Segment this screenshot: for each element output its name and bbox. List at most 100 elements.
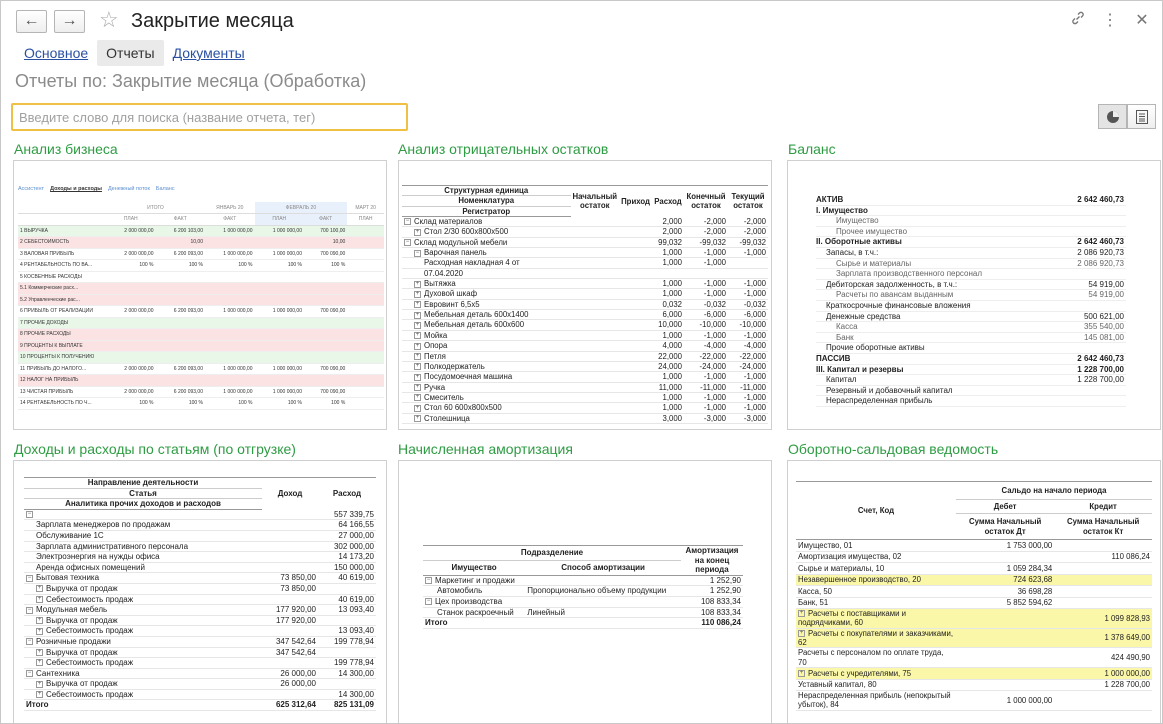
expand-icon[interactable]: +	[798, 670, 805, 678]
row-label: 9 ПРОЦЕНТЫ К ВЫПЛАТЕ	[18, 340, 106, 352]
row-label: Прочие оборотные активы	[816, 342, 1055, 354]
collapse-icon[interactable]: −	[404, 218, 411, 226]
cell	[347, 374, 384, 387]
card-title-negative-balances[interactable]: Анализ отрицательных остатков	[398, 141, 608, 157]
tab-reports[interactable]: Отчеты	[97, 40, 164, 66]
card-income-expenses[interactable]: Направление деятельности Доход Расход Ст…	[13, 460, 387, 723]
table-row: 12 НАЛОГ НА ПРИБЫЛЬ	[18, 374, 384, 387]
table-row: Обслуживание 1С 27 000,00	[24, 530, 376, 542]
col-header: ФАКТ	[304, 213, 348, 226]
card-balance[interactable]: АКТИВ 2 642 460,73 I. Имущество Имущество Пр…	[787, 160, 1161, 430]
expand-icon[interactable]: +	[414, 352, 421, 360]
favorite-star-icon[interactable]: ☆	[99, 7, 119, 33]
row-label: + Мебельная деталь 600х600	[402, 319, 571, 331]
expand-icon[interactable]: +	[36, 595, 43, 603]
search-input[interactable]	[11, 103, 408, 131]
row-label-text: Модульная мебель	[36, 605, 108, 615]
list-icon	[1135, 109, 1148, 124]
cell	[304, 282, 348, 295]
expand-icon[interactable]: +	[414, 301, 421, 309]
cell	[347, 305, 384, 318]
cell	[155, 340, 205, 352]
expand-icon[interactable]: +	[414, 394, 421, 402]
cell: 700 090,00	[304, 248, 348, 260]
collapse-icon[interactable]: −	[26, 638, 33, 646]
card-title-turnover-sheet[interactable]: Оборотно-сальдовая ведомость	[788, 441, 998, 457]
expand-icon[interactable]: +	[414, 332, 421, 340]
cell	[525, 617, 681, 629]
row-label: 13 ЧИСТАЯ ПРИБЫЛЬ	[18, 386, 106, 398]
table-row: − Модульная мебель 177 920,00 13 093,40	[24, 604, 376, 616]
col-header: ПЛАН	[347, 213, 384, 226]
card-depreciation[interactable]: Подразделение Амортизация на конец перио…	[398, 460, 772, 723]
collapse-icon[interactable]: −	[26, 511, 33, 519]
view-list-button[interactable]	[1127, 104, 1156, 129]
expand-icon[interactable]: +	[414, 280, 421, 288]
close-icon[interactable]: ✕	[1132, 11, 1152, 31]
card-title-balance[interactable]: Баланс	[788, 141, 836, 157]
collapse-icon[interactable]: −	[425, 577, 432, 585]
back-button[interactable]: ←	[16, 10, 47, 33]
cell	[347, 317, 384, 329]
cell: 724 623,68	[956, 574, 1055, 586]
card-negative-balances[interactable]: Структурная единица Начальный остаток Пр…	[398, 160, 772, 430]
card-title-business-analysis[interactable]: Анализ бизнеса	[14, 141, 118, 157]
cell: 347 542,64	[262, 647, 318, 659]
expand-icon[interactable]: +	[414, 290, 421, 298]
collapse-icon[interactable]: −	[26, 574, 33, 582]
expand-icon[interactable]: +	[36, 648, 43, 656]
card-title-income-expenses[interactable]: Доходы и расходы по статьям (по отгрузке…	[14, 441, 296, 457]
cell	[205, 282, 255, 295]
more-menu-icon[interactable]: ⋮	[1100, 11, 1120, 31]
collapse-icon[interactable]: −	[26, 606, 33, 614]
expand-icon[interactable]: +	[36, 659, 43, 667]
table-row: + Себестоимость продаж 13 093,40	[24, 625, 376, 637]
expand-icon[interactable]: +	[414, 342, 421, 350]
cell	[155, 271, 205, 283]
col-header: Сумма Начальный остаток Кт	[1054, 513, 1152, 540]
expand-icon[interactable]: +	[36, 585, 43, 593]
cell: -1,000	[684, 392, 728, 404]
table-row: Расходная накладная 4 от 1,000 -1,000	[402, 257, 768, 269]
collapse-icon[interactable]: −	[425, 598, 432, 606]
expand-icon[interactable]: +	[798, 630, 805, 638]
expand-icon[interactable]: +	[414, 383, 421, 391]
expand-icon[interactable]: +	[414, 404, 421, 412]
collapse-icon[interactable]: −	[404, 239, 411, 247]
cell: 110 086,24	[681, 617, 743, 629]
card-business-analysis[interactable]: Ассистент Доходы и расходы Денежный пото…	[13, 160, 387, 430]
row-label: + Стол 60 600х800х500	[402, 402, 571, 414]
expand-icon[interactable]: +	[36, 617, 43, 625]
cell: 1 378 649,00	[1054, 628, 1152, 649]
forward-button[interactable]: →	[54, 10, 85, 33]
expand-icon[interactable]: +	[414, 311, 421, 319]
expand-icon[interactable]: +	[414, 373, 421, 381]
expand-icon[interactable]: +	[414, 363, 421, 371]
collapse-icon[interactable]: −	[26, 670, 33, 678]
card-turnover-sheet[interactable]: Счет, Код Сальдо на начало периода Дебет…	[787, 460, 1161, 723]
expand-icon[interactable]: +	[36, 680, 43, 688]
row-label: 5.1 Коммерческие расх...	[18, 282, 106, 295]
expand-icon[interactable]: +	[798, 610, 805, 618]
expand-icon[interactable]: +	[414, 321, 421, 329]
cell	[570, 226, 620, 238]
expand-icon[interactable]: +	[36, 691, 43, 699]
tab-main[interactable]: Основное	[15, 40, 97, 66]
collapse-icon[interactable]: −	[414, 249, 421, 257]
cell: 1 000 000,00	[1054, 667, 1152, 680]
card-title-depreciation[interactable]: Начисленная амортизация	[398, 441, 573, 457]
cell: 199 778,94	[318, 636, 376, 648]
cell: 1 252,90	[681, 575, 743, 587]
expand-icon[interactable]: +	[414, 415, 421, 422]
expand-icon[interactable]: +	[36, 627, 43, 635]
row-label-text: Сантехника	[36, 668, 80, 678]
link-icon[interactable]	[1068, 10, 1088, 32]
tab-documents[interactable]: Документы	[164, 40, 254, 66]
expand-icon[interactable]: +	[414, 228, 421, 236]
view-tiles-button[interactable]	[1098, 104, 1127, 129]
col-header: Сумма Начальный остаток Дт	[956, 513, 1055, 540]
cell	[205, 236, 255, 249]
table-row: − Цех производства 108 833,34	[423, 596, 743, 608]
cell: 2 000 000,00	[106, 386, 156, 398]
row-label: + Евровинт 6,5х5	[402, 299, 571, 311]
